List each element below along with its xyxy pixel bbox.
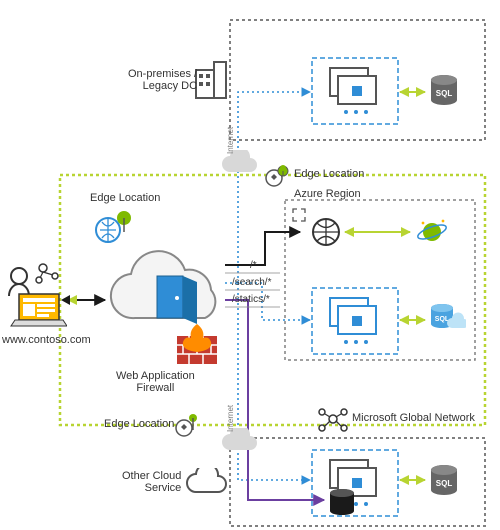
onprem-label: On-premises / Legacy DC: [128, 68, 197, 92]
route-statics: [225, 300, 324, 500]
internet-label-top: Internet: [226, 127, 235, 154]
msgn-icon: [318, 404, 348, 437]
edge-location-top-label: Edge Location: [294, 168, 364, 180]
azure-vm-icon: [324, 296, 384, 349]
building-icon: [194, 60, 228, 103]
azure-expand-icon: [292, 208, 306, 225]
othercloud-icon: [184, 468, 228, 501]
othercloud-storage-icon: [328, 488, 356, 523]
edge-location-inside-label: Edge Location: [90, 192, 160, 204]
website-label: www.contoso.com: [2, 334, 91, 346]
svg-text:SQL: SQL: [436, 479, 453, 488]
azure-sql-icon: SQL: [428, 302, 466, 341]
route-root-label: /*: [250, 260, 257, 271]
internet-cloud-top: [218, 150, 262, 183]
client-icon: [5, 262, 67, 331]
onprem-vm-icon: [324, 66, 384, 119]
firewall-icon: [175, 322, 219, 369]
onprem-sql-icon: SQL: [428, 74, 460, 113]
azure-globe-icon: [310, 216, 342, 251]
waf-label: Web Application Firewall: [116, 370, 195, 394]
edge-pin-inside: [94, 208, 134, 247]
internet-cloud-bottom: [218, 428, 262, 461]
route-search-label: /search/*: [232, 277, 271, 288]
edge-pin-top: [265, 162, 291, 191]
othercloud-sql-icon: SQL: [428, 464, 460, 503]
azure-cosmos-icon: [416, 216, 448, 251]
route-root: [225, 232, 300, 265]
azure-region-label: Azure Region: [294, 188, 361, 200]
edge-pin-bottom: [175, 412, 201, 441]
internet-label-bottom: Internet: [226, 405, 235, 432]
route-statics-label: /statics/*: [232, 294, 270, 305]
svg-text:SQL: SQL: [436, 89, 453, 98]
edge-location-bottom-label: Edge Location: [104, 418, 174, 430]
othercloud-label: Other Cloud Service: [122, 470, 181, 494]
msgn-label: Microsoft Global Network: [352, 412, 475, 424]
